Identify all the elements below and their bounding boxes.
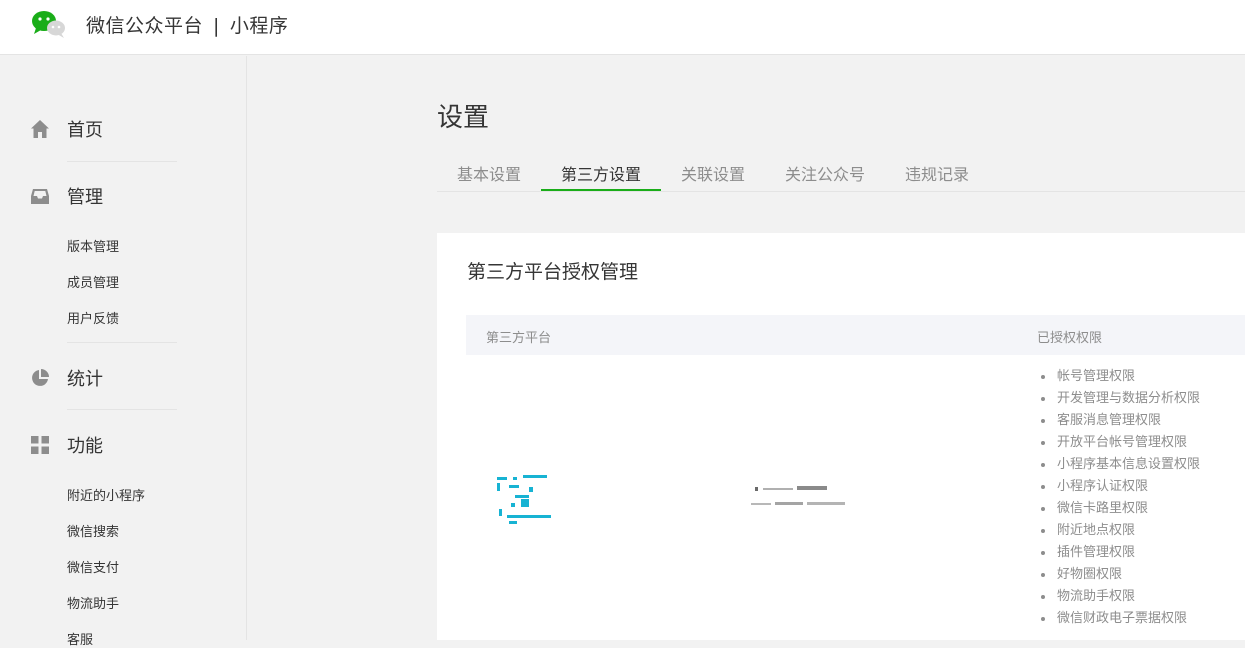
list-item: 小程序基本信息设置权限 [1041,457,1200,479]
third-party-platform-logo [497,475,551,524]
sidebar-item-member-manage[interactable]: 成员管理 [67,272,119,291]
tab-follow-official-account[interactable]: 关注公众号 [785,161,865,185]
table-header: 第三方平台 已授权权限 [466,315,1245,355]
list-item: 帐号管理权限 [1041,369,1200,391]
sidebar-item-home[interactable]: 首页 [30,117,103,141]
column-header-platform: 第三方平台 [486,331,552,346]
sidebar-item-label: 功能 [67,436,103,457]
platform-title[interactable]: 微信公众平台 | 小程序 [86,11,288,38]
authorized-permissions-list: 帐号管理权限 开发管理与数据分析权限 客服消息管理权限 开放平台帐号管理权限 小… [1041,369,1200,633]
sidebar-item-wechat-pay[interactable]: 微信支付 [67,557,119,576]
home-icon [31,120,49,138]
tab-violation-records[interactable]: 违规记录 [905,161,969,185]
sidebar-divider [67,409,177,410]
sidebar-item-customer-service[interactable]: 客服 [67,629,93,648]
product-name: 小程序 [229,15,289,37]
list-item: 客服消息管理权限 [1041,413,1200,435]
tab-association-settings[interactable]: 关联设置 [681,161,745,185]
sidebar-item-label: 首页 [67,120,103,141]
sidebar-divider [67,342,177,343]
third-party-auth-card: 第三方平台授权管理 第三方平台 已授权权限 帐号管理权限 开发管理与数据分析权限… [437,233,1245,640]
wechat-logo-icon[interactable] [30,9,68,39]
column-header-permissions: 已授权权限 [1037,331,1103,346]
sidebar-item-label: 管理 [67,187,103,208]
sidebar-divider [67,161,177,162]
grid-icon [31,436,49,454]
brand-name: 微信公众平台 [86,15,204,37]
tab-basic-settings[interactable]: 基本设置 [457,161,521,185]
list-item: 微信卡路里权限 [1041,501,1200,523]
pie-chart-icon [32,369,49,386]
list-item: 插件管理权限 [1041,545,1200,567]
card-title: 第三方平台授权管理 [467,261,639,283]
page-title: 设置 [437,103,490,133]
sidebar: 首页 管理 版本管理 成员管理 用户反馈 统计 功能 附近的小程序 微信搜索 微… [0,56,247,648]
list-item: 小程序认证权限 [1041,479,1200,501]
list-item: 微信财政电子票据权限 [1041,611,1200,633]
inbox-icon [31,189,49,204]
sidebar-item-logistics-assistant[interactable]: 物流助手 [67,593,119,612]
sidebar-item-version-manage[interactable]: 版本管理 [67,236,119,255]
list-item: 附近地点权限 [1041,523,1200,545]
sidebar-item-nearby-miniprogram[interactable]: 附近的小程序 [67,485,145,504]
sidebar-item-features[interactable]: 功能 [30,433,103,457]
settings-tabs: 基本设置 第三方设置 关联设置 关注公众号 违规记录 [437,154,1245,192]
third-party-platform-name [751,486,845,505]
sidebar-item-label: 统计 [67,369,103,390]
active-tab-indicator [541,189,661,191]
list-item: 开发管理与数据分析权限 [1041,391,1200,413]
list-item: 开放平台帐号管理权限 [1041,435,1200,457]
sidebar-item-manage[interactable]: 管理 [30,184,103,208]
list-item: 好物圈权限 [1041,567,1200,589]
title-separator: | [213,15,220,37]
list-item: 物流助手权限 [1041,589,1200,611]
top-bar: 微信公众平台 | 小程序 [0,0,1245,55]
sidebar-item-wechat-search[interactable]: 微信搜索 [67,521,119,540]
tab-third-party-settings[interactable]: 第三方设置 [561,161,641,185]
sidebar-item-stats[interactable]: 统计 [30,366,103,390]
sidebar-item-user-feedback[interactable]: 用户反馈 [67,308,119,327]
